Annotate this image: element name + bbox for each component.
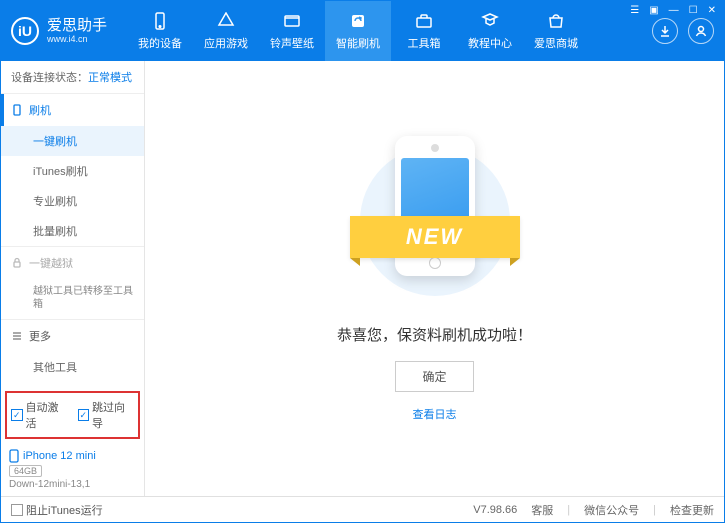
download-button[interactable] <box>652 18 678 44</box>
menu-icon[interactable]: ☰ <box>628 5 641 16</box>
lock-icon <box>11 257 23 269</box>
status-mode: 正常模式 <box>88 72 132 84</box>
header-right <box>652 18 714 44</box>
device-sub: Down-12mini-13,1 <box>9 479 136 490</box>
nav-store[interactable]: 爱思商城 <box>523 1 589 61</box>
logo: iU 爱思助手 www.i4.cn <box>11 17 107 45</box>
sub-other-tools[interactable]: 其他工具 <box>1 352 144 382</box>
nav-apps-games[interactable]: 应用游戏 <box>193 1 259 61</box>
check-update-link[interactable]: 检查更新 <box>670 502 714 518</box>
ok-button[interactable]: 确定 <box>395 361 473 392</box>
phone-icon <box>9 449 19 463</box>
main-content: NEW 恭喜您，保资料刷机成功啦！ 确定 查看日志 <box>145 61 724 496</box>
device-name: iPhone 12 mini <box>23 450 96 462</box>
option-checks: ✓自动激活 ✓跳过向导 <box>5 391 140 439</box>
footer: ✓阻止iTunes运行 V7.98.66 客服 | 微信公众号 | 检查更新 <box>1 496 724 522</box>
phone-icon <box>11 104 23 116</box>
check-skip-guide[interactable]: ✓跳过向导 <box>78 399 135 431</box>
customer-service-link[interactable]: 客服 <box>531 502 553 518</box>
check-block-itunes[interactable]: ✓阻止iTunes运行 <box>11 502 103 518</box>
tutorial-icon <box>480 11 500 31</box>
nav-my-device[interactable]: 我的设备 <box>127 1 193 61</box>
top-nav: 我的设备 应用游戏 铃声壁纸 智能刷机 工具箱 教程中心 <box>127 1 589 61</box>
sidebar-more[interactable]: 更多 <box>1 320 144 352</box>
flash-icon <box>348 11 368 31</box>
sub-one-click-flash[interactable]: 一键刷机 <box>1 126 144 156</box>
nav-ringtones[interactable]: 铃声壁纸 <box>259 1 325 61</box>
version-label: V7.98.66 <box>473 504 517 516</box>
toolbox-icon <box>414 11 434 31</box>
store-icon <box>546 11 566 31</box>
user-button[interactable] <box>688 18 714 44</box>
app-window: ☰ ▣ — ☐ ✕ iU 爱思助手 www.i4.cn 我的设备 应用游戏 <box>0 0 725 523</box>
sidebar-jailbreak[interactable]: 一键越狱 <box>1 247 144 279</box>
device-storage: 64GB <box>9 465 42 477</box>
view-log-link[interactable]: 查看日志 <box>413 406 457 422</box>
sub-batch-flash[interactable]: 批量刷机 <box>1 216 144 246</box>
logo-icon: iU <box>11 17 39 45</box>
body: 设备连接状态：正常模式 刷机 一键刷机 iTunes刷机 专业刷机 批量刷机 <box>1 61 724 496</box>
device-icon <box>150 11 170 31</box>
sub-pro-flash[interactable]: 专业刷机 <box>1 186 144 216</box>
sidebar: 设备连接状态：正常模式 刷机 一键刷机 iTunes刷机 专业刷机 批量刷机 <box>1 61 145 496</box>
system-controls: ☰ ▣ — ☐ ✕ <box>628 5 718 16</box>
jailbreak-note: 越狱工具已转移至工具箱 <box>1 279 144 319</box>
sidebar-flash[interactable]: 刷机 <box>1 94 144 126</box>
list-icon <box>11 330 23 342</box>
maximize-icon[interactable]: ☐ <box>687 5 700 16</box>
app-name: 爱思助手 <box>47 18 107 35</box>
wechat-link[interactable]: 微信公众号 <box>584 502 639 518</box>
app-url: www.i4.cn <box>47 34 107 44</box>
header: ☰ ▣ — ☐ ✕ iU 爱思助手 www.i4.cn 我的设备 应用游戏 <box>1 1 724 61</box>
nav-tutorials[interactable]: 教程中心 <box>457 1 523 61</box>
minimize-icon[interactable]: — <box>667 5 681 16</box>
close-icon[interactable]: ✕ <box>706 5 718 16</box>
success-illustration: NEW <box>360 136 510 306</box>
new-ribbon: NEW <box>350 216 520 258</box>
nav-smart-flash[interactable]: 智能刷机 <box>325 1 391 61</box>
sub-itunes-flash[interactable]: iTunes刷机 <box>1 156 144 186</box>
nav-toolbox[interactable]: 工具箱 <box>391 1 457 61</box>
device-info[interactable]: iPhone 12 mini 64GB Down-12mini-13,1 <box>1 443 144 496</box>
skin-icon[interactable]: ▣ <box>647 5 660 16</box>
wallpaper-icon <box>282 11 302 31</box>
check-auto-activate[interactable]: ✓自动激活 <box>11 399 68 431</box>
apps-icon <box>216 11 236 31</box>
connection-status: 设备连接状态：正常模式 <box>1 61 144 94</box>
sub-download-firmware[interactable]: 下载固件 <box>1 382 144 387</box>
success-message: 恭喜您，保资料刷机成功啦！ <box>337 324 532 345</box>
